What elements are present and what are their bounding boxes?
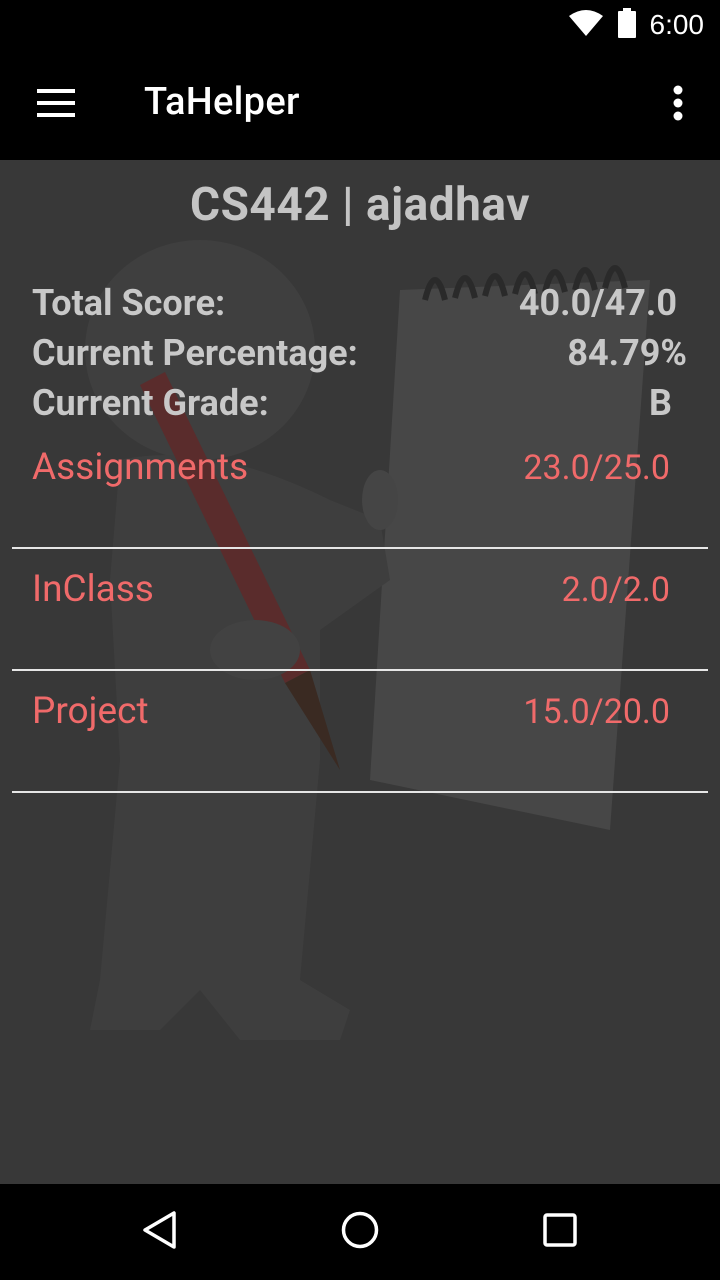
category-label: Assignments xyxy=(32,446,249,489)
current-percentage-row: Current Percentage: 84.79% xyxy=(32,332,687,382)
category-label: Project xyxy=(32,690,149,733)
app-title: TaHelper xyxy=(144,80,300,124)
recents-button[interactable] xyxy=(536,1208,584,1256)
current-percentage-value: 84.79% xyxy=(567,332,687,374)
category-row-project[interactable]: Project 15.0/20.0 xyxy=(12,670,708,793)
current-grade-label: Current Grade: xyxy=(32,382,269,424)
current-percentage-label: Current Percentage: xyxy=(32,332,358,374)
home-button[interactable] xyxy=(336,1208,384,1256)
category-row-assignments[interactable]: Assignments 23.0/25.0 xyxy=(12,426,708,549)
app-bar: TaHelper xyxy=(0,50,720,160)
home-icon xyxy=(340,1210,380,1254)
more-vert-icon xyxy=(673,85,683,125)
current-grade-row: Current Grade: B xyxy=(32,382,687,432)
main-content: CS442 | ajadhav Total Score: 40.0/47.0 C… xyxy=(0,160,720,1184)
category-score: 23.0/25.0 xyxy=(523,448,670,488)
category-score: 2.0/2.0 xyxy=(561,570,670,610)
navigation-bar xyxy=(0,1184,720,1280)
category-row-inclass[interactable]: InClass 2.0/2.0 xyxy=(12,548,708,671)
screen: 6:00 TaHelper CS442 | ajadhav Total Scor… xyxy=(0,0,720,1280)
recents-icon xyxy=(540,1210,580,1254)
battery-icon xyxy=(617,8,636,42)
status-icons: 6:00 xyxy=(568,0,705,50)
back-button[interactable] xyxy=(136,1208,184,1256)
current-grade-value: B xyxy=(649,382,672,424)
hamburger-menu-icon xyxy=(37,89,75,121)
overflow-menu-button[interactable] xyxy=(658,82,698,128)
course-heading: CS442 | ajadhav xyxy=(190,178,530,232)
total-score-row: Total Score: 40.0/47.0 xyxy=(32,282,687,332)
total-score-label: Total Score: xyxy=(32,282,226,324)
status-time: 6:00 xyxy=(649,9,705,40)
wifi-icon xyxy=(568,9,604,41)
menu-button[interactable] xyxy=(26,79,86,131)
total-score-value: 40.0/47.0 xyxy=(518,282,677,324)
category-score: 15.0/20.0 xyxy=(523,692,670,732)
back-icon xyxy=(140,1210,180,1254)
status-bar: 6:00 xyxy=(0,0,720,50)
category-label: InClass xyxy=(32,568,154,611)
